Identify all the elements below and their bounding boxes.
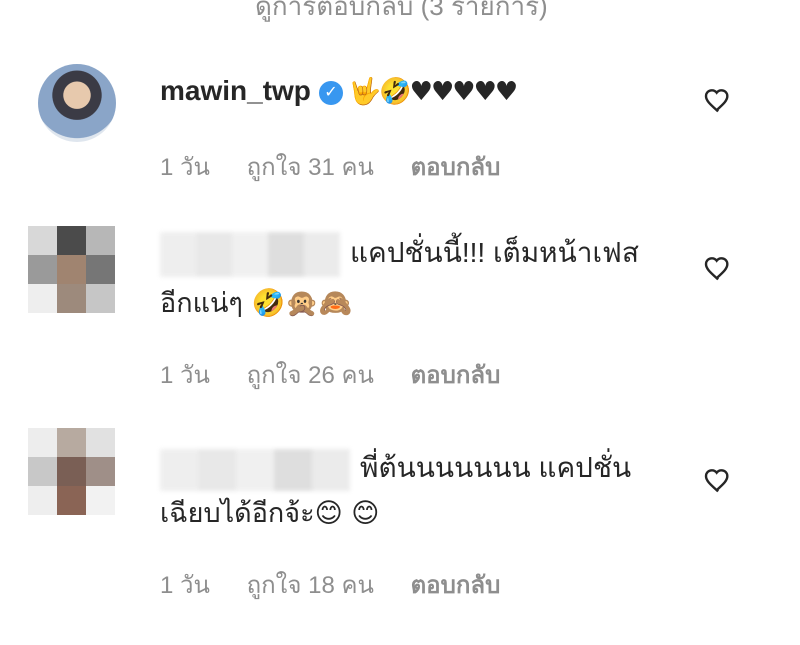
comment-time: 1 วัน [160, 154, 210, 181]
comment-line-2: อีกแน่ๆ 🤣🙊🙈 [160, 288, 353, 319]
comment-meta: 1 วัน ถูกใจ 18 คน ตอบกลับ [160, 565, 530, 604]
comment-meta: 1 วัน ถูกใจ 31 คน ตอบกลับ [160, 147, 530, 186]
view-replies-link[interactable]: ดูการตอบกลับ (3 รายการ) [255, 0, 548, 27]
reply-button[interactable]: ตอบกลับ [411, 154, 501, 181]
reply-button[interactable]: ตอบกลับ [411, 572, 501, 599]
reply-button[interactable]: ตอบกลับ [411, 362, 501, 389]
comment-time: 1 วัน [160, 362, 210, 389]
pixelated-avatar[interactable] [28, 428, 115, 515]
pixelated-avatar[interactable] [28, 226, 115, 313]
comment-body: แคปชั่นนี้!!! เต็มหน้าเฟส [160, 232, 639, 278]
verified-icon: ✓ [318, 81, 343, 105]
username-link[interactable]: mawin_twp [160, 75, 311, 106]
like-count[interactable]: ถูกใจ 18 คน [247, 572, 374, 599]
hidden-username [160, 232, 340, 278]
like-count[interactable]: ถูกใจ 26 คน [247, 362, 374, 389]
heart-outline-icon[interactable] [702, 464, 734, 496]
like-count[interactable]: ถูกใจ 31 คน [247, 154, 374, 181]
comment-line-1: แคปชั่นนี้!!! เต็มหน้าเฟส [350, 237, 639, 268]
comment-time: 1 วัน [160, 572, 210, 599]
user-avatar[interactable] [38, 64, 116, 142]
comment-text: 🤟🤣♥♥♥♥♥ [348, 77, 518, 107]
hidden-username [160, 448, 350, 491]
comment-meta: 1 วัน ถูกใจ 26 คน ตอบกลับ [160, 355, 530, 394]
comment-line-2: เฉียบได้อีกจ้ะ😊 😊 [160, 498, 380, 529]
heart-outline-icon[interactable] [702, 84, 734, 116]
comment-body: พี่ต้นนนนนนน แคปชั่น [160, 447, 631, 491]
heart-outline-icon[interactable] [702, 252, 734, 284]
comment-body: mawin_twp ✓ 🤟🤣♥♥♥♥♥ [160, 70, 518, 113]
comment-line-1: พี่ต้นนนนนนน แคปชั่น [360, 452, 632, 483]
